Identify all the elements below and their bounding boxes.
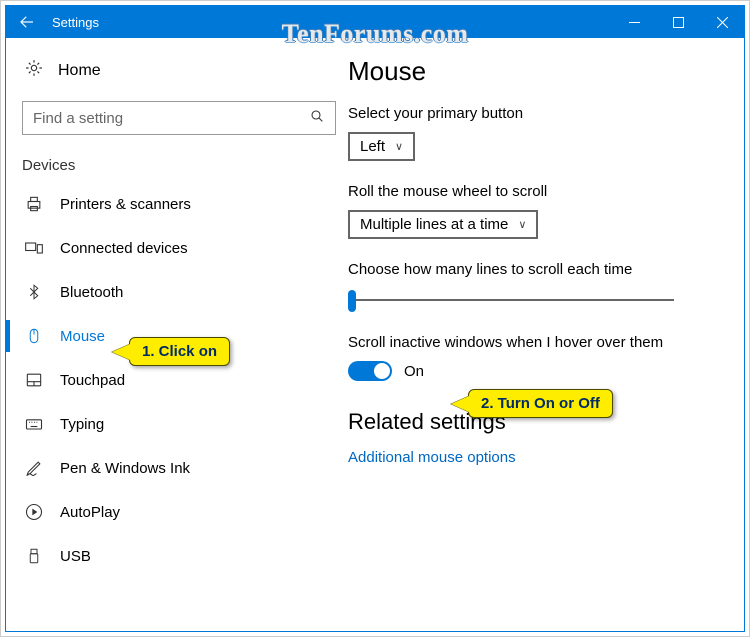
scroll-wheel-select[interactable]: Multiple lines at a time ∨ (348, 210, 538, 239)
home-button[interactable]: Home (16, 52, 342, 97)
page-title: Mouse (348, 56, 716, 87)
primary-button-value: Left (360, 138, 385, 155)
minimize-button[interactable] (612, 6, 656, 38)
sidebar-item-label: Connected devices (60, 240, 188, 257)
sidebar-nav: Printers & scanners Connected devices Bl… (16, 182, 342, 578)
mouse-icon (24, 326, 44, 346)
category-label: Devices (16, 153, 342, 182)
search-icon (309, 108, 325, 128)
search-input[interactable] (33, 110, 309, 127)
lines-slider[interactable] (348, 288, 678, 312)
autoplay-icon (24, 502, 44, 522)
callout-step-2: 2. Turn On or Off (468, 389, 613, 418)
sidebar-item-label: Printers & scanners (60, 196, 191, 213)
home-label: Home (58, 62, 101, 80)
screenshot-frame: Settings (0, 0, 750, 637)
pen-icon (24, 458, 44, 478)
chevron-down-icon: ∨ (395, 140, 403, 153)
sidebar-item-label: Pen & Windows Ink (60, 460, 190, 477)
additional-mouse-options-link[interactable]: Additional mouse options (348, 449, 716, 466)
sidebar-item-typing[interactable]: Typing (16, 402, 342, 446)
title-bar: Settings (6, 6, 744, 38)
inactive-label: Scroll inactive windows when I hover ove… (348, 334, 716, 351)
gear-icon (24, 58, 44, 83)
callout-step-1: 1. Click on (129, 337, 230, 366)
window-body: Home Devices (6, 38, 744, 631)
sidebar-item-usb[interactable]: USB (16, 534, 342, 578)
sidebar-item-label: USB (60, 548, 91, 565)
usb-icon (24, 546, 44, 566)
sidebar-item-bluetooth[interactable]: Bluetooth (16, 270, 342, 314)
primary-button-select[interactable]: Left ∨ (348, 132, 415, 161)
scroll-wheel-value: Multiple lines at a time (360, 216, 508, 233)
main-panel: Mouse Select your primary button Left ∨ … (348, 38, 744, 631)
close-button[interactable] (700, 6, 744, 38)
printer-icon (24, 194, 44, 214)
inactive-toggle[interactable] (348, 361, 392, 381)
sidebar-item-label: Mouse (60, 328, 105, 345)
slider-track (352, 299, 674, 301)
search-box[interactable] (22, 101, 336, 135)
sidebar-item-autoplay[interactable]: AutoPlay (16, 490, 342, 534)
devices-icon (24, 238, 44, 258)
touchpad-icon (24, 370, 44, 390)
back-button[interactable] (6, 6, 48, 38)
scroll-wheel-label: Roll the mouse wheel to scroll (348, 183, 716, 200)
sidebar: Home Devices (6, 38, 348, 631)
lines-label: Choose how many lines to scroll each tim… (348, 261, 716, 278)
maximize-button[interactable] (656, 6, 700, 38)
window-title: Settings (48, 15, 99, 30)
inactive-toggle-row: On (348, 361, 716, 381)
sidebar-item-label: Touchpad (60, 372, 125, 389)
settings-window: Settings (5, 5, 745, 632)
keyboard-icon (24, 414, 44, 434)
sidebar-item-label: AutoPlay (60, 504, 120, 521)
sidebar-item-printers[interactable]: Printers & scanners (16, 182, 342, 226)
sidebar-item-label: Typing (60, 416, 104, 433)
sidebar-item-connected[interactable]: Connected devices (16, 226, 342, 270)
chevron-down-icon: ∨ (518, 218, 526, 231)
sidebar-item-label: Bluetooth (60, 284, 123, 301)
inactive-state: On (404, 363, 424, 380)
window-controls (612, 6, 744, 38)
sidebar-item-pen[interactable]: Pen & Windows Ink (16, 446, 342, 490)
slider-thumb[interactable] (348, 290, 356, 312)
bluetooth-icon (24, 282, 44, 302)
toggle-knob (374, 363, 390, 379)
primary-button-label: Select your primary button (348, 105, 716, 122)
